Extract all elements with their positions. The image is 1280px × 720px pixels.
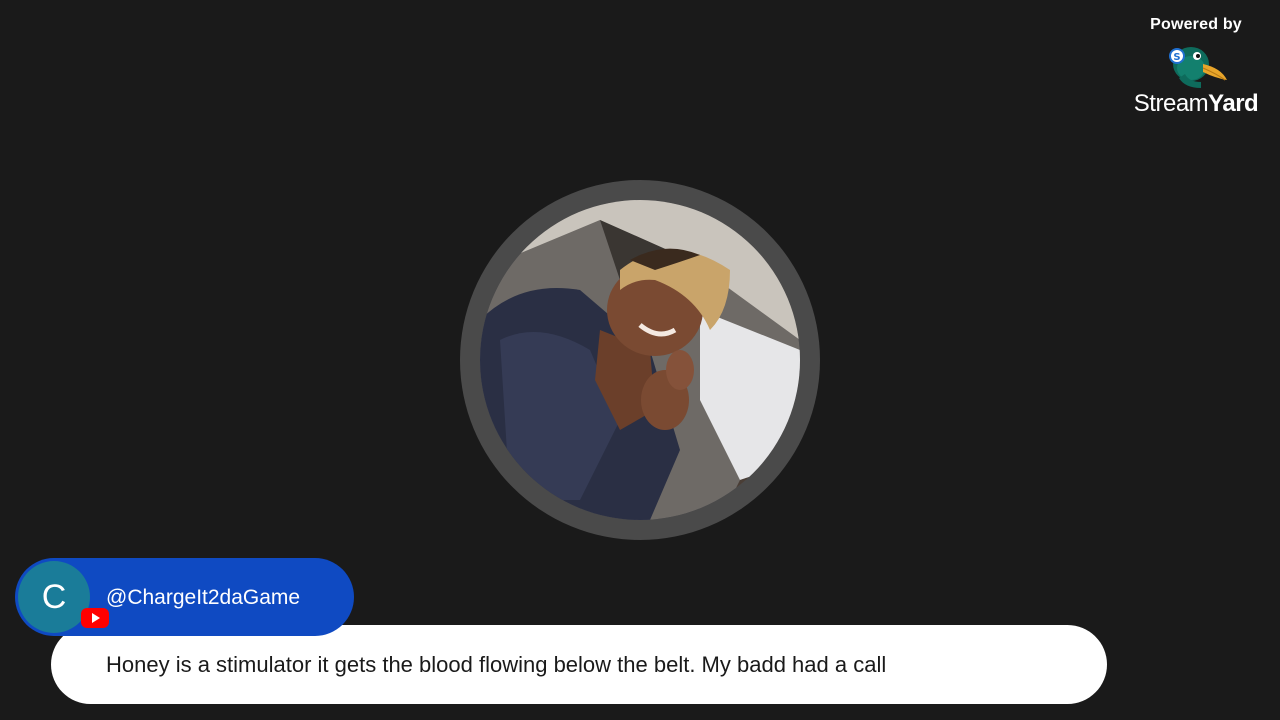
comment-author-pill: C @ChargeIt2daGame <box>15 558 354 636</box>
author-avatar: C <box>18 561 90 633</box>
comment-text: Honey is a stimulator it gets the blood … <box>106 652 887 677</box>
presenter-photo-icon <box>480 200 800 520</box>
comment-bubble: Honey is a stimulator it gets the blood … <box>51 625 1107 704</box>
streamyard-duck-logo-icon: S <box>1169 47 1227 88</box>
author-handle: @ChargeIt2daGame <box>106 586 301 609</box>
youtube-icon <box>81 608 109 628</box>
stream-canvas: Powered by S StreamYard Honey is a stimu… <box>0 0 1280 720</box>
svg-text:S: S <box>1173 52 1180 63</box>
powered-by-label: Powered by <box>1150 16 1242 33</box>
streamyard-wordmark: StreamYard <box>1133 90 1259 117</box>
presenter-avatar-ring <box>460 180 820 540</box>
branding: Powered by S StreamYard <box>1126 16 1266 118</box>
